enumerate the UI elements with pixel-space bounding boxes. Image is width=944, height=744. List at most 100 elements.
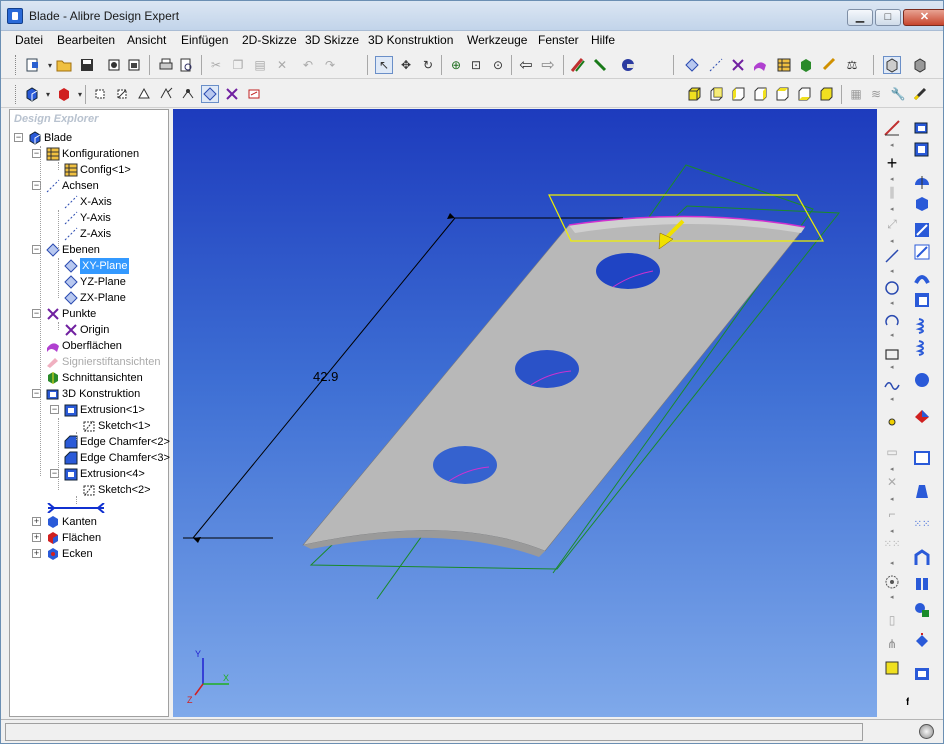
filter-sketch-icon[interactable] bbox=[157, 85, 175, 103]
tree-item-ecken[interactable]: + Ecken bbox=[10, 546, 166, 562]
sketch-activate-icon[interactable] bbox=[883, 119, 901, 137]
view-back-icon[interactable] bbox=[707, 85, 725, 103]
tree-item-origin[interactable]: Origin bbox=[10, 322, 166, 338]
expand-icon[interactable]: + bbox=[32, 517, 41, 526]
tree-item-z-axis[interactable]: Z-Axis bbox=[10, 226, 166, 242]
tree-item-zx-plane[interactable]: ZX-Plane bbox=[10, 290, 166, 306]
rib-icon[interactable] bbox=[913, 549, 931, 567]
menu-3d-skizze[interactable]: 3D Skizze bbox=[305, 33, 359, 47]
display-style-icon[interactable] bbox=[911, 56, 929, 74]
chamfer-icon[interactable] bbox=[913, 407, 931, 425]
open-folder-icon[interactable] bbox=[55, 56, 73, 74]
tree-item-konfigurationen[interactable]: − Konfigurationen bbox=[10, 146, 166, 162]
filter-vertex-icon[interactable] bbox=[91, 85, 109, 103]
tree-item-ebenen[interactable]: − Ebenen bbox=[10, 242, 166, 258]
surface-tool-icon[interactable] bbox=[751, 56, 769, 74]
trim-icon[interactable]: ✕ bbox=[883, 475, 901, 493]
menu-ansicht[interactable]: Ansicht bbox=[127, 33, 166, 47]
view-top-icon[interactable] bbox=[773, 85, 791, 103]
text-tool-icon[interactable]: ▭ bbox=[883, 445, 901, 463]
filter-origin-icon[interactable] bbox=[223, 85, 241, 103]
rectangle-tool-icon[interactable] bbox=[883, 345, 901, 363]
extrude-boss-icon[interactable] bbox=[913, 119, 931, 137]
edge-dropdown-arrow-icon[interactable]: ▾ bbox=[71, 85, 89, 103]
snap-icon[interactable]: ≋ bbox=[867, 85, 885, 103]
mirror-icon[interactable]: ⋔ bbox=[883, 637, 901, 655]
offset-icon[interactable]: ▯ bbox=[883, 613, 901, 631]
sweep-cut-icon[interactable] bbox=[913, 243, 931, 261]
plane-tool-icon[interactable] bbox=[683, 56, 701, 74]
tree-item-signierstiftansichten[interactable]: Signierstiftansichten bbox=[10, 354, 166, 370]
tree-item-punkte[interactable]: − Punkte bbox=[10, 306, 166, 322]
mass-properties-icon[interactable]: ⚖ bbox=[843, 56, 861, 74]
axis-tool-icon[interactable] bbox=[707, 56, 725, 74]
app-icon[interactable] bbox=[7, 8, 23, 24]
previous-view-icon[interactable]: ⇦ bbox=[517, 56, 535, 74]
title-bar[interactable]: Blade - Alibre Design Expert ▁ □ ✕ bbox=[1, 1, 944, 31]
tree-item-oberfl-chen[interactable]: Oberflächen bbox=[10, 338, 166, 354]
menu-datei[interactable]: Datei bbox=[15, 33, 43, 47]
tree-item-config-1[interactable]: Config<1> bbox=[10, 162, 166, 178]
filter-point-icon[interactable] bbox=[179, 85, 197, 103]
cut-icon[interactable]: ✂ bbox=[207, 56, 225, 74]
status-indicator-icon[interactable] bbox=[919, 724, 934, 739]
tree-item-x-axis[interactable]: X-Axis bbox=[10, 194, 166, 210]
pan-icon[interactable]: ✥ bbox=[397, 56, 415, 74]
menu-werkzeuge[interactable]: Werkzeuge bbox=[467, 33, 527, 47]
filter-edge-icon[interactable] bbox=[113, 85, 131, 103]
render-icon[interactable] bbox=[619, 56, 637, 74]
zoom-window-icon[interactable]: ⊡ bbox=[467, 56, 485, 74]
zoom-fit-icon[interactable]: ⊙ bbox=[489, 56, 507, 74]
sketch-tool-icon[interactable] bbox=[569, 56, 587, 74]
model-view[interactable]: 42.9 Y X Z bbox=[173, 109, 877, 717]
circular-pattern-icon[interactable] bbox=[883, 573, 901, 591]
view-right-icon[interactable] bbox=[751, 85, 769, 103]
dimension-value[interactable]: 42.9 bbox=[313, 369, 338, 384]
revolve-icon[interactable] bbox=[913, 173, 931, 191]
tree-item-3d-konstruktion[interactable]: −3D Konstruktion bbox=[10, 386, 166, 402]
properties-icon[interactable] bbox=[125, 56, 143, 74]
expand-icon[interactable]: + bbox=[32, 549, 41, 558]
print-setup-icon[interactable] bbox=[105, 56, 123, 74]
point-tool-icon[interactable] bbox=[729, 56, 747, 74]
extrude-cut-icon[interactable] bbox=[913, 141, 931, 159]
undo-icon[interactable]: ↶ bbox=[299, 56, 317, 74]
shell-icon[interactable] bbox=[913, 449, 931, 467]
next-view-icon[interactable]: ⇨ bbox=[539, 56, 557, 74]
view-front-icon[interactable] bbox=[685, 85, 703, 103]
design-table-icon[interactable] bbox=[775, 56, 793, 74]
tree-item-blade[interactable]: − Blade bbox=[10, 130, 166, 146]
scale-icon[interactable] bbox=[913, 601, 931, 619]
draft-icon[interactable] bbox=[913, 483, 931, 501]
close-button[interactable]: ✕ bbox=[903, 9, 944, 26]
redo-icon[interactable]: ↷ bbox=[321, 56, 339, 74]
3d-viewport[interactable]: 42.9 Y X Z bbox=[173, 109, 877, 717]
save-icon[interactable] bbox=[78, 56, 96, 74]
print-preview-icon[interactable] bbox=[177, 56, 195, 74]
grid-icon[interactable]: ▦ bbox=[847, 85, 865, 103]
menu-einfuegen[interactable]: Einfügen bbox=[181, 33, 228, 47]
view-left-icon[interactable] bbox=[729, 85, 747, 103]
view-mode-icon[interactable] bbox=[883, 56, 901, 74]
menu-fenster[interactable]: Fenster bbox=[538, 33, 579, 47]
parallel-lines-icon[interactable]: ∥ bbox=[883, 185, 901, 203]
tree-item-fl-chen[interactable]: + Flächen bbox=[10, 530, 166, 546]
toolbar-grip[interactable] bbox=[15, 55, 18, 75]
loft-cut-icon[interactable] bbox=[913, 291, 931, 309]
pattern-icon[interactable]: ⁙⁙ bbox=[883, 539, 901, 557]
menu-2d-skizze[interactable]: 2D-Skizze bbox=[242, 33, 297, 47]
expand-icon[interactable]: + bbox=[32, 533, 41, 542]
blade-body[interactable] bbox=[302, 215, 806, 557]
filter-plane-icon[interactable] bbox=[201, 85, 219, 103]
sketch-exit-icon[interactable] bbox=[591, 56, 609, 74]
view-isometric-icon[interactable] bbox=[817, 85, 835, 103]
line-tool-icon[interactable] bbox=[883, 247, 901, 265]
collapse-icon[interactable]: − bbox=[14, 133, 23, 142]
wrench-icon[interactable]: 🔧 bbox=[889, 85, 907, 103]
tree-item-edge-chamfer-2[interactable]: Edge Chamfer<2> bbox=[10, 434, 170, 450]
menu-bearbeiten[interactable]: Bearbeiten bbox=[57, 33, 115, 47]
circle-tool-icon[interactable] bbox=[883, 279, 901, 297]
tree-rollback-bar[interactable] bbox=[10, 498, 166, 514]
tree-item-extrusion-4[interactable]: − Extrusion<4> bbox=[10, 466, 166, 482]
minimize-button[interactable]: ▁ bbox=[847, 9, 873, 26]
